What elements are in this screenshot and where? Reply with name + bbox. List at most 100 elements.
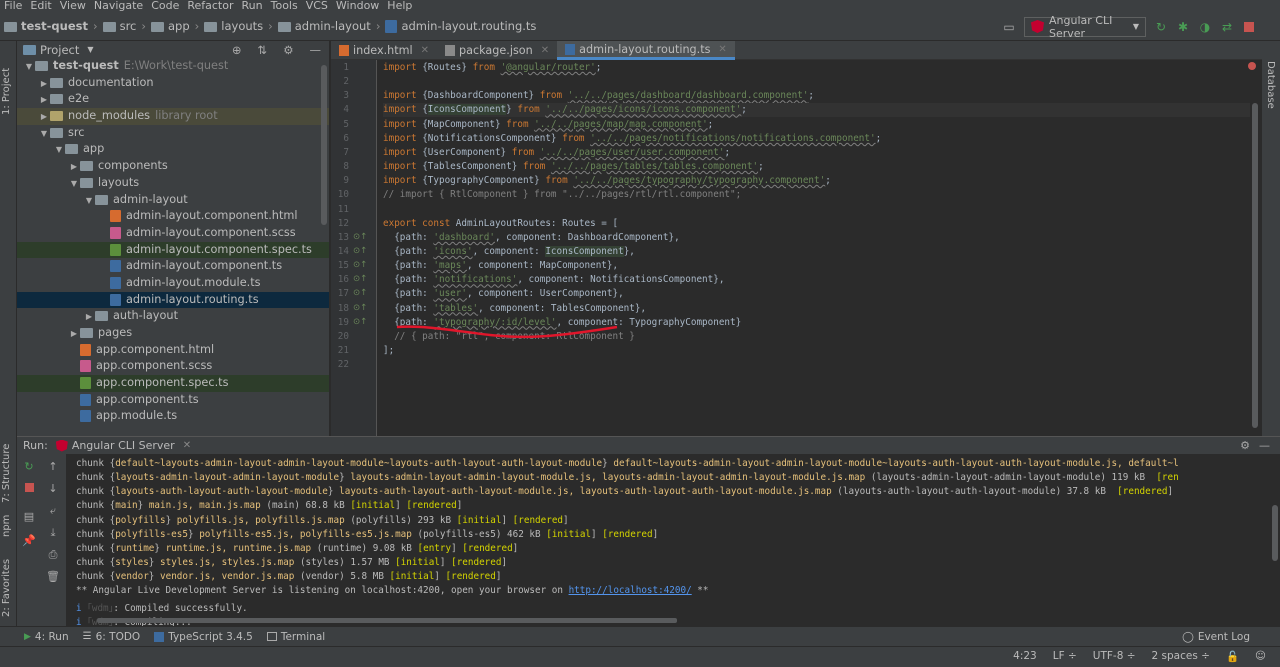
- tree-item[interactable]: app.module.ts: [17, 408, 329, 425]
- lock-icon[interactable]: 🔓: [1226, 650, 1239, 663]
- rerun-icon[interactable]: ↻: [21, 460, 37, 473]
- tree-item[interactable]: app.component.ts: [17, 392, 329, 409]
- tree-item[interactable]: ▶ documentation: [17, 75, 329, 93]
- scroll-end-icon[interactable]: ⤓: [45, 526, 61, 540]
- chevron-right-icon[interactable]: ▶: [38, 92, 50, 109]
- tab-database[interactable]: Database: [1265, 61, 1276, 109]
- route-marker-icon[interactable]: ⊙↑: [353, 317, 367, 327]
- close-icon[interactable]: ✕: [421, 45, 429, 56]
- tree-item[interactable]: admin-layout.component.scss: [17, 225, 329, 242]
- chevron-down-icon[interactable]: ▼: [23, 59, 35, 76]
- console-hscrollbar[interactable]: [97, 618, 677, 623]
- menu-item[interactable]: Refactor: [183, 0, 237, 12]
- run-config-tab[interactable]: Angular CLI Server: [72, 439, 175, 452]
- menu-item[interactable]: Run: [238, 0, 267, 12]
- chevron-right-icon[interactable]: ▶: [83, 309, 95, 326]
- chevron-right-icon[interactable]: ▶: [68, 159, 80, 176]
- collapse-icon[interactable]: ⇅: [258, 43, 268, 57]
- console-output[interactable]: chunk {default~layouts-admin-layout-admi…: [73, 454, 1260, 627]
- profile-icon[interactable]: ⇄: [1220, 20, 1234, 34]
- tree-item[interactable]: ▼ layouts: [17, 175, 329, 193]
- menu-item[interactable]: View: [56, 0, 90, 12]
- editor-tab[interactable]: index.html ✕: [331, 41, 437, 60]
- close-icon[interactable]: ✕: [541, 45, 549, 56]
- tab-run[interactable]: ▶ 4: Run: [24, 631, 69, 643]
- breadcrumb-item[interactable]: app: [151, 19, 190, 33]
- file-encoding[interactable]: UTF-8 ÷: [1093, 650, 1136, 663]
- gear-icon[interactable]: ⚙: [283, 43, 293, 57]
- chevron-right-icon[interactable]: ▶: [38, 76, 50, 93]
- tab-npm[interactable]: npm: [1, 507, 12, 537]
- breadcrumb-item[interactable]: admin-layout: [277, 19, 371, 33]
- tree-item[interactable]: ▶ pages: [17, 325, 329, 343]
- minimize-icon[interactable]: —: [310, 43, 322, 57]
- rerun-icon[interactable]: ↻: [1154, 20, 1168, 34]
- route-marker-icon[interactable]: ⊙↑: [353, 303, 367, 313]
- target-icon[interactable]: ⊕: [232, 43, 242, 57]
- tab-favorites[interactable]: 2: Favorites: [1, 551, 12, 617]
- tab-event-log[interactable]: ◯ Event Log: [1182, 631, 1250, 643]
- menu-item[interactable]: Code: [147, 0, 183, 12]
- tree-item[interactable]: admin-layout.routing.ts: [17, 291, 329, 309]
- tree-item[interactable]: admin-layout.module.ts: [17, 275, 329, 292]
- pin-icon[interactable]: 📌: [21, 534, 37, 547]
- soft-wrap-icon[interactable]: ⤶: [45, 504, 61, 518]
- chevron-down-icon[interactable]: ▼: [53, 142, 65, 159]
- tree-item[interactable]: ▼ app: [17, 141, 329, 159]
- tree-item[interactable]: ▼ src: [17, 125, 329, 143]
- tree-item[interactable]: app.component.spec.ts: [17, 375, 329, 392]
- layout-icon[interactable]: ▭: [1002, 20, 1016, 34]
- tree-item[interactable]: admin-layout.component.html: [17, 208, 329, 225]
- close-icon[interactable]: ✕: [183, 440, 191, 451]
- tree-item[interactable]: app.component.scss: [17, 358, 329, 375]
- editor-tab[interactable]: admin-layout.routing.ts ✕: [557, 41, 735, 60]
- layout-icon[interactable]: ▤: [21, 510, 37, 523]
- chevron-down-icon[interactable]: ▼: [68, 176, 80, 193]
- chevron-right-icon[interactable]: ▶: [68, 326, 80, 343]
- menu-item[interactable]: Help: [383, 0, 416, 12]
- tree-item[interactable]: ▶ e2e: [17, 91, 329, 109]
- route-marker-icon[interactable]: ⊙↑: [353, 232, 367, 242]
- route-marker-icon[interactable]: ⊙↑: [353, 274, 367, 284]
- editor-tab[interactable]: package.json ✕: [437, 41, 557, 60]
- breadcrumb-item[interactable]: layouts: [204, 19, 263, 33]
- chevron-down-icon[interactable]: ▼: [38, 126, 50, 143]
- tree-scrollbar[interactable]: [321, 65, 327, 225]
- tab-terminal[interactable]: Terminal: [266, 631, 325, 643]
- tree-item[interactable]: admin-layout.component.ts: [17, 258, 329, 275]
- stop-icon[interactable]: [1242, 20, 1256, 34]
- tab-typescript[interactable]: TypeScript 3.4.5: [154, 631, 253, 643]
- scroll-up-icon[interactable]: ↑: [45, 460, 61, 473]
- menu-item[interactable]: Window: [332, 0, 383, 12]
- tab-structure[interactable]: 7: Structure: [1, 433, 12, 503]
- console-scrollbar[interactable]: [1272, 505, 1278, 561]
- menu-item[interactable]: Navigate: [90, 0, 147, 12]
- tree-item[interactable]: admin-layout.component.spec.ts: [17, 241, 329, 259]
- debug-icon[interactable]: ✱: [1176, 20, 1190, 34]
- breadcrumb-item[interactable]: admin-layout.routing.ts: [385, 19, 536, 33]
- line-separator[interactable]: LF ÷: [1053, 650, 1077, 663]
- inspector-icon[interactable]: ☺: [1255, 650, 1266, 663]
- run-config-select[interactable]: Angular CLI Server ▼: [1024, 14, 1146, 40]
- stop-icon[interactable]: [21, 482, 37, 495]
- coverage-icon[interactable]: ◑: [1198, 20, 1212, 34]
- editor-scrollbar[interactable]: [1252, 103, 1258, 428]
- chevron-right-icon[interactable]: ▶: [38, 109, 50, 126]
- route-marker-icon[interactable]: ⊙↑: [353, 246, 367, 256]
- breadcrumb-item[interactable]: src: [102, 19, 136, 33]
- error-indicator-icon[interactable]: [1248, 62, 1256, 70]
- tree-item[interactable]: ▼ admin-layout: [17, 192, 329, 209]
- code-area[interactable]: import {Routes} from '@angular/router'; i…: [383, 60, 1250, 436]
- close-icon[interactable]: ✕: [718, 44, 726, 55]
- route-marker-icon[interactable]: ⊙↑: [353, 288, 367, 298]
- menu-item[interactable]: File: [0, 0, 26, 12]
- tab-project[interactable]: 1: Project: [1, 45, 12, 115]
- tree-item[interactable]: ▶ auth-layout: [17, 308, 329, 326]
- route-marker-icon[interactable]: ⊙↑: [353, 260, 367, 270]
- breadcrumb-item[interactable]: test-quest: [4, 19, 88, 33]
- tree-item[interactable]: ▼ test-quest E:\Work\test-quest: [17, 58, 329, 76]
- tree-item[interactable]: app.component.html: [17, 342, 329, 359]
- cursor-position[interactable]: 4:23: [1013, 650, 1037, 663]
- tab-todo[interactable]: ☰ 6: TODO: [83, 631, 141, 643]
- project-panel-title[interactable]: Project: [40, 43, 79, 57]
